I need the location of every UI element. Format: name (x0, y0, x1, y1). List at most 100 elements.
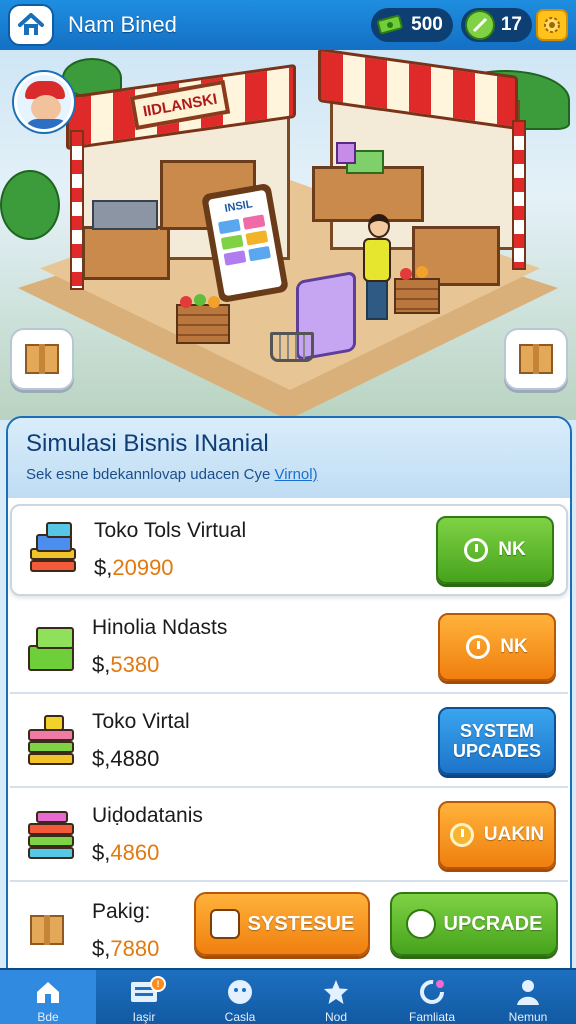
business-row[interactable]: Uiḍodatanis $,4860 UAKIN (10, 790, 568, 882)
price-value: 4860 (110, 840, 160, 865)
player-avatar[interactable] (14, 72, 74, 132)
panel-subtitle-link[interactable]: Virnol) (275, 466, 318, 483)
system-upgrades-button[interactable]: SYSTEM UPCADES (438, 707, 556, 775)
currency-symbol: $, (92, 746, 111, 771)
unlock-button[interactable]: UAKIN (438, 801, 556, 869)
upgrade-icon (405, 909, 436, 939)
box-icon (25, 344, 59, 374)
notification-badge: ! (150, 976, 166, 992)
fruit-crate (176, 304, 230, 344)
stack-layer (28, 741, 74, 753)
top-bar: Nam Bined 500 17 (0, 0, 576, 50)
display-table (312, 166, 424, 222)
bottom-nav: Bde ! Iaşir Casla Nod Famliata Nemun (0, 968, 576, 1024)
fruit-crate (394, 278, 440, 314)
currency-symbol: $, (92, 936, 111, 961)
stacked-items-icon (24, 713, 80, 769)
box-icon (519, 344, 553, 374)
panel-subtitle: Sek esne bdekannlovap udacen Cye Virnol) (26, 466, 552, 483)
upgrade-button-label: UPCRADE (443, 912, 543, 935)
nav-item-famliata[interactable]: Famliata (384, 970, 480, 1024)
inventory-button-left[interactable] (10, 328, 74, 390)
inventory-button-right[interactable] (504, 328, 568, 390)
board-tile (218, 218, 241, 235)
bush-left (0, 170, 60, 240)
nav-label: Bde (37, 1010, 59, 1024)
awning-post (512, 120, 526, 270)
nav-item-home[interactable]: Bde (0, 970, 96, 1024)
price-value: 5380 (110, 652, 160, 677)
stack-layer (44, 715, 64, 731)
stack-layer (46, 522, 72, 538)
stack-layer (36, 627, 74, 649)
system-button-label: SYSTESUE (247, 912, 355, 935)
unlock-button-label: UAKIN (483, 824, 545, 845)
stack-layer (28, 823, 74, 835)
gear-icon (544, 17, 560, 33)
nav-label: Nemun (508, 1010, 548, 1024)
nav-label: Nod (324, 1010, 347, 1024)
upgrade-button[interactable]: UPCRADE (390, 892, 558, 956)
clock-icon (464, 538, 489, 562)
green-boxes-icon (24, 619, 80, 675)
nav-label: Iaşir (132, 1010, 156, 1024)
package-box (30, 915, 64, 945)
refresh-gear-icon (417, 978, 447, 1006)
settings-button[interactable] (536, 9, 568, 41)
currency-symbol: $, (92, 652, 111, 677)
board-tile (245, 230, 269, 246)
business-price: $,4880 (92, 746, 438, 772)
business-price: $,5380 (92, 652, 438, 678)
home-button[interactable] (8, 4, 54, 46)
board-tile (248, 245, 271, 262)
avatar-face (31, 95, 61, 121)
stack-layer (28, 847, 74, 859)
collect-button-label: NK (498, 539, 526, 560)
nav-label: Famliata (408, 1010, 455, 1024)
business-panel: Simulasi Bisnis INanial Sek esne bdekann… (6, 416, 572, 976)
nav-item-casla[interactable]: Casla (192, 970, 288, 1024)
collect-button[interactable]: NK (438, 613, 556, 681)
cash-counter[interactable]: 500 (371, 8, 453, 42)
fruit (400, 268, 412, 280)
business-row[interactable]: Pakig: $,7880 SYSTESUE UPCRADE (10, 884, 568, 974)
face-icon (225, 978, 255, 1006)
shop-scene: IIDLANSKI INSIL (0, 50, 576, 420)
package-icon (24, 903, 80, 959)
business-price: $,7880 (92, 936, 202, 962)
board-tile (242, 214, 266, 230)
board-tile (220, 234, 244, 250)
fruit (194, 294, 206, 306)
avatar-shirt (25, 119, 69, 129)
price-value: 4880 (110, 746, 160, 771)
business-name: Hinolia Ndasts (92, 616, 228, 639)
system-button[interactable]: SYSTESUE (194, 892, 370, 956)
business-row[interactable]: Toko Virtal $,4880 SYSTEM UPCADES (10, 696, 568, 788)
gem-counter[interactable]: 17 (460, 8, 532, 42)
player-name: Nam Bined (68, 12, 177, 37)
business-name: Uiḍodatanis (92, 804, 203, 827)
business-row[interactable]: Toko Tols Virtual $,20990 NK (10, 504, 568, 596)
panel-subtitle-text: Sek esne bdekannlovap udacen Cye (26, 466, 275, 483)
business-row[interactable]: Hinolia Ndasts $,5380 NK (10, 602, 568, 694)
colorful-stack-icon (24, 807, 80, 863)
person-icon (513, 978, 543, 1006)
currency-symbol: $, (92, 840, 111, 865)
cash-value: 500 (411, 14, 443, 35)
home-icon (18, 13, 44, 35)
nav-item-list[interactable]: ! Iaşir (96, 970, 192, 1024)
currency-symbol: $, (94, 555, 113, 580)
business-name: Pakig: (92, 900, 151, 923)
nav-item-nemun[interactable]: Nemun (480, 970, 576, 1024)
shopping-cart (270, 332, 314, 362)
panel-title: Simulasi Bisnis INanial (26, 430, 269, 457)
collect-button[interactable]: NK (436, 516, 554, 584)
star-icon (321, 978, 351, 1006)
nav-label: Casla (224, 1010, 256, 1024)
appliance-display (92, 200, 158, 230)
stacked-boxes-icon (26, 522, 82, 578)
nav-item-nod[interactable]: Nod (288, 970, 384, 1024)
shopkeeper-legs (366, 280, 388, 320)
shopkeeper-body (363, 238, 391, 282)
leaf-icon (464, 10, 495, 40)
